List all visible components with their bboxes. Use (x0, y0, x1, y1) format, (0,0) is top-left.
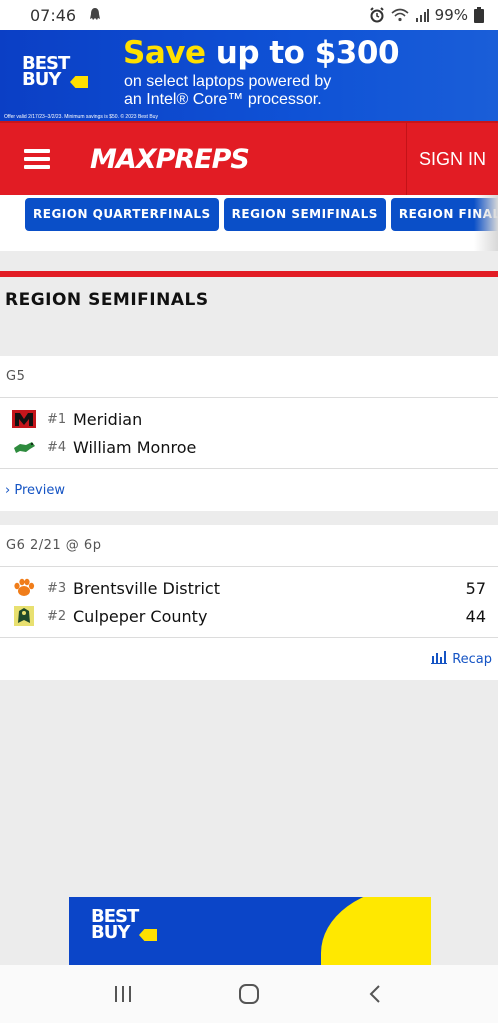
preview-link[interactable]: › Preview (5, 483, 65, 498)
game-teams[interactable]: #1 Meridian #4 William Monroe (0, 398, 498, 469)
game-card: G5 #1 Meridian #4 William Monroe › Previ… (0, 356, 498, 511)
top-advertisement[interactable]: BEST BUY Save up to $300 on select lapto… (0, 30, 498, 121)
section-divider (0, 271, 498, 277)
team-name: Culpeper County (73, 606, 208, 626)
tab-region-semifinals[interactable]: REGION SEMIFINALS (223, 198, 386, 231)
sign-in-button[interactable]: SIGN IN (406, 123, 498, 195)
game-footer: Recap (0, 638, 498, 680)
site-header: MAXPREPS SIGN IN (0, 121, 498, 195)
ad-headline: Save up to $300 (123, 35, 400, 71)
team-score: 44 (465, 606, 486, 626)
team-row[interactable]: #2 Culpeper County 44 (0, 602, 498, 630)
culpeper-logo-icon (12, 605, 36, 627)
tab-region-quarterfinals[interactable]: REGION QUARTERFINALS (25, 198, 219, 231)
status-time: 07:46 (30, 5, 77, 25)
game-label: G5 (0, 356, 498, 398)
bar-chart-icon (431, 650, 448, 668)
game-label: G6 2/21 @ 6p (0, 525, 498, 567)
meridian-logo-icon (12, 408, 36, 430)
team-row[interactable]: #3 Brentsville District 57 (0, 574, 498, 602)
wifi-icon (391, 8, 409, 22)
team-score: 57 (465, 578, 486, 598)
game-teams[interactable]: #3 Brentsville District 57 #2 Culpeper C… (0, 567, 498, 638)
team-name: Brentsville District (73, 578, 220, 598)
system-navigation-bar (0, 965, 498, 1023)
home-icon[interactable] (229, 974, 269, 1014)
recents-icon[interactable] (103, 974, 143, 1014)
battery-icon (474, 7, 484, 23)
team-name: Meridian (73, 409, 143, 429)
round-tabs: REGION QUARTERFINALS REGION SEMIFINALS REG… (0, 195, 498, 251)
status-icons: 99% (369, 6, 484, 24)
section-title: REGION SEMIFINALS (5, 290, 209, 310)
brentsville-paw-logo-icon (12, 577, 36, 599)
team-seed: #2 (47, 608, 67, 624)
maxpreps-logo[interactable]: MAXPREPS (90, 144, 250, 175)
menu-icon[interactable] (24, 149, 50, 169)
team-row[interactable]: #1 Meridian (0, 405, 498, 433)
recap-link[interactable]: Recap (431, 650, 492, 668)
team-name: William Monroe (73, 437, 197, 457)
bottom-advertisement[interactable]: BEST BUY (69, 897, 431, 965)
bestbuy-tag-icon (70, 76, 88, 88)
signal-icon (415, 8, 429, 22)
ad-fine-print: Offer valid 2/17/23–3/2/23. Minimum savi… (4, 114, 158, 120)
ad-subtext: on select laptops powered by an Intel® C… (124, 73, 332, 108)
team-seed: #4 (47, 439, 67, 455)
team-seed: #3 (47, 580, 67, 596)
game-footer: › Preview (0, 469, 498, 511)
game-card: G6 2/21 @ 6p #3 Brentsville District 57 … (0, 525, 498, 680)
status-bar: 07:46 99% (0, 0, 498, 30)
william-monroe-logo-icon (12, 436, 36, 458)
battery-level: 99% (434, 6, 468, 24)
team-row[interactable]: #4 William Monroe (0, 433, 498, 461)
bestbuy-tag-icon (139, 929, 157, 941)
bestbuy-logo: BEST BUY (91, 908, 157, 953)
chevron-right-icon: › (5, 482, 11, 498)
alarm-icon (369, 7, 385, 23)
ad-yellow-shape (321, 897, 431, 965)
ghost-notification-icon (88, 7, 102, 24)
tabs-scroll-fade (474, 195, 498, 251)
bestbuy-logo: BEST BUY (22, 55, 88, 100)
team-seed: #1 (47, 411, 67, 427)
back-icon[interactable] (355, 974, 395, 1014)
